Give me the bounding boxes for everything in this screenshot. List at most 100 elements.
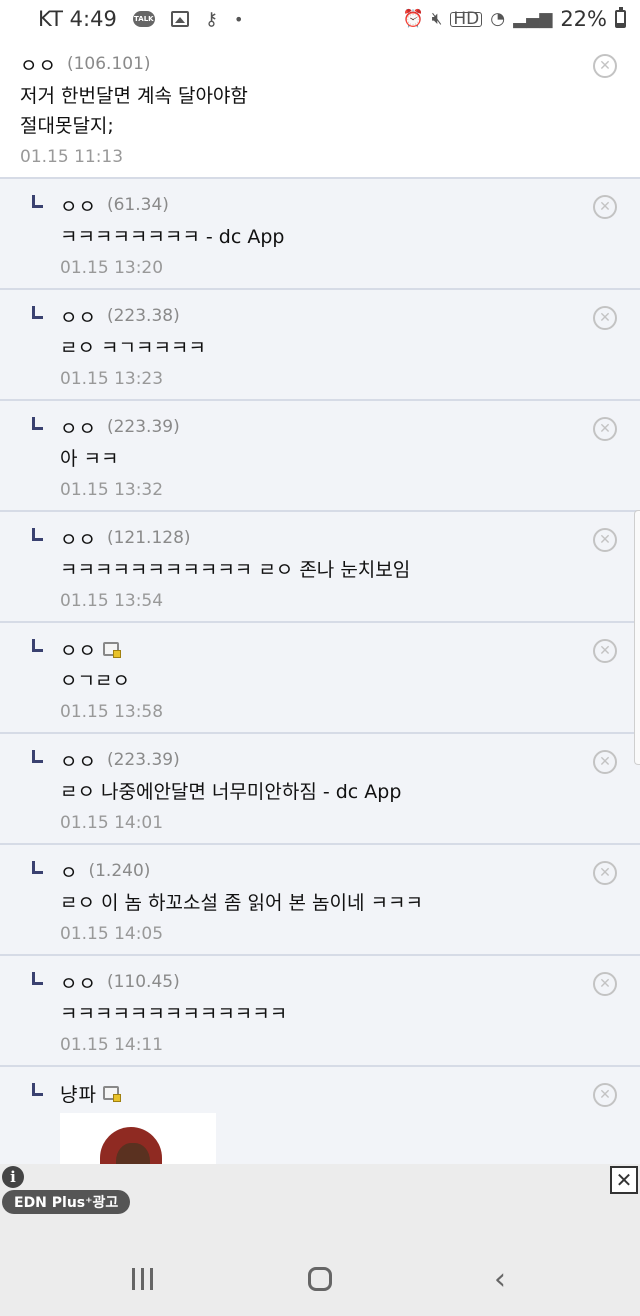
comment-header: ㅇㅇ (110.45) <box>60 969 620 996</box>
kakaotalk-icon: TALK <box>132 11 155 27</box>
comment-line: ㅋㅋㅋㅋㅋㅋㅋㅋㅋㅋㅋ ㄹㅇ 존나 눈치보임 <box>60 559 411 581</box>
delete-comment-button[interactable]: ✕ <box>593 972 617 996</box>
delete-comment-button[interactable]: ✕ <box>593 195 617 219</box>
comment-header: ㅇㅇ (106.101) <box>20 51 620 78</box>
info-icon[interactable]: i <box>2 1166 24 1188</box>
ad-label[interactable]: EDN Plus⁺광고 <box>2 1190 131 1214</box>
gallog-icon[interactable] <box>102 642 121 658</box>
reply-arrow-icon <box>32 195 43 208</box>
comment-author[interactable]: ㅇㅇ <box>60 525 97 552</box>
comment-header: ㅇ (1.240) <box>60 858 620 885</box>
reply-comment: 냥파 ✕ <box>0 1067 640 1164</box>
dccon-image[interactable] <box>60 1113 216 1164</box>
delete-comment-button[interactable]: ✕ <box>593 306 617 330</box>
comment-text: ㅋㅋㅋㅋㅋㅋㅋㅋ - dc App <box>60 222 620 252</box>
comment-text: 저거 한번달면 계속 달아야함절대못달지; <box>20 81 620 141</box>
comment-header: ㅇㅇ <box>60 636 620 663</box>
delete-comment-button[interactable]: ✕ <box>593 54 617 78</box>
reply-comment: ㅇㅇ (110.45) ㅋㅋㅋㅋㅋㅋㅋㅋㅋㅋㅋㅋㅋ 01.15 14:11 ✕ <box>0 956 640 1067</box>
comment-date: 01.15 13:58 <box>60 702 164 722</box>
comment-date: 01.15 14:11 <box>60 1035 164 1055</box>
comment-line: ㄹㅇ 이 놈 하꼬소설 좀 읽어 본 놈이네 ㅋㅋㅋ <box>60 892 423 914</box>
comment-author[interactable]: 냥파 <box>60 1080 97 1107</box>
comment-line: ㅋㅋㅋㅋㅋㅋㅋㅋ - dc App <box>60 226 285 248</box>
comment-header: ㅇㅇ (223.39) <box>60 747 620 774</box>
comment-date: 01.15 14:01 <box>60 813 164 833</box>
gallery-icon <box>170 11 189 27</box>
comment-header: ㅇㅇ (121.128) <box>60 525 620 552</box>
comment-author[interactable]: ㅇ <box>60 858 78 885</box>
delete-comment-button[interactable]: ✕ <box>593 528 617 552</box>
gallog-icon[interactable] <box>102 1086 121 1102</box>
comment-line: ㄹㅇ 나중에안달면 너무미안하짐 - dc App <box>60 781 402 803</box>
reply-arrow-icon <box>32 417 43 430</box>
reply-arrow-icon <box>32 639 43 652</box>
comment-author[interactable]: ㅇㅇ <box>60 636 97 663</box>
comment-text: ㄹㅇ 나중에안달면 너무미안하짐 - dc App <box>60 777 620 807</box>
reply-arrow-icon <box>32 972 43 985</box>
carrier-label: KT 4:49 <box>38 7 117 31</box>
comment-ip: (223.38) <box>106 306 180 326</box>
comment-header: 냥파 <box>60 1080 620 1107</box>
reply-arrow-icon <box>32 750 43 763</box>
reply-comment: ㅇㅇ (223.39) 아 ㅋㅋ 01.15 13:32 ✕ <box>0 401 640 512</box>
comment-author[interactable]: ㅇㅇ <box>60 747 97 774</box>
comment-ip: (61.34) <box>106 195 169 215</box>
reply-comment: ㅇ (1.240) ㄹㅇ 이 놈 하꼬소설 좀 읽어 본 놈이네 ㅋㅋㅋ 01.15 … <box>0 845 640 956</box>
comment-date: 01.15 14:05 <box>60 924 164 944</box>
comment-list[interactable]: ㅇㅇ (106.101) 저거 한번달면 계속 달아야함절대못달지; 01.15 11… <box>0 38 640 1164</box>
comment: ㅇㅇ (106.101) 저거 한번달면 계속 달아야함절대못달지; 01.15 11… <box>0 38 640 179</box>
comment-author[interactable]: ㅇㅇ <box>60 969 97 996</box>
comment-date: 01.15 13:54 <box>60 591 164 611</box>
reply-comment: ㅇㅇ (223.39) ㄹㅇ 나중에안달면 너무미안하짐 - dc App 01.15… <box>0 734 640 845</box>
comment-header: ㅇㅇ (223.39) <box>60 414 620 441</box>
comment-line: 저거 한번달면 계속 달아야함 <box>20 85 248 107</box>
comment-header: ㅇㅇ (61.34) <box>60 192 620 219</box>
wifi-icon: ◔ <box>490 9 506 29</box>
comment-line: 아 ㅋㅋ <box>60 448 119 470</box>
delete-comment-button[interactable]: ✕ <box>593 750 617 774</box>
comment-text: ㅋㅋㅋㅋㅋㅋㅋㅋㅋㅋㅋ ㄹㅇ 존나 눈치보임 <box>60 555 620 585</box>
ad-banner[interactable]: i EDN Plus⁺광고 ✕ <box>0 1164 640 1240</box>
comment-ip: (110.45) <box>106 972 180 992</box>
comment-line: ㅇㄱㄹㅇ <box>60 670 130 692</box>
home-button[interactable] <box>306 1262 334 1296</box>
comment-ip: (1.240) <box>88 861 151 881</box>
comment-date: 01.15 13:32 <box>60 480 164 500</box>
comment-date: 01.15 13:20 <box>60 258 164 278</box>
key-icon: ⚷ <box>204 8 219 30</box>
ad-close-button[interactable]: ✕ <box>610 1166 638 1194</box>
delete-comment-button[interactable]: ✕ <box>593 861 617 885</box>
comment-author[interactable]: ㅇㅇ <box>60 303 97 330</box>
hd-voice-icon: HD <box>450 10 483 27</box>
navigation-bar: ‹ <box>0 1240 640 1316</box>
reply-arrow-icon <box>32 528 43 541</box>
signal-icon: ▂▄▆ <box>513 9 553 29</box>
comment-date: 01.15 13:23 <box>60 369 164 389</box>
comment-author[interactable]: ㅇㅇ <box>20 51 57 78</box>
comment-header: ㅇㅇ (223.38) <box>60 303 620 330</box>
reply-arrow-icon <box>32 306 43 319</box>
delete-comment-button[interactable]: ✕ <box>593 1083 617 1107</box>
back-button[interactable]: ‹ <box>488 1262 512 1297</box>
battery-percent: 22% <box>560 7 607 31</box>
comment-text: ㅋㅋㅋㅋㅋㅋㅋㅋㅋㅋㅋㅋㅋ <box>60 999 620 1029</box>
comment-text: ㄹㅇ 이 놈 하꼬소설 좀 읽어 본 놈이네 ㅋㅋㅋ <box>60 888 620 918</box>
comment-ip: (223.39) <box>106 750 180 770</box>
comment-text: ㄹㅇ ㅋㄱㅋㅋㅋㅋ <box>60 333 620 363</box>
scrollbar-handle[interactable] <box>634 510 640 765</box>
delete-comment-button[interactable]: ✕ <box>593 639 617 663</box>
comment-ip: (121.128) <box>106 528 191 548</box>
reply-comment: ㅇㅇ (121.128) ㅋㅋㅋㅋㅋㅋㅋㅋㅋㅋㅋ ㄹㅇ 존나 눈치보임 01.15 1… <box>0 512 640 623</box>
comment-date: 01.15 11:13 <box>20 147 124 167</box>
comment-author[interactable]: ㅇㅇ <box>60 192 97 219</box>
delete-comment-button[interactable]: ✕ <box>593 417 617 441</box>
reply-comment: ㅇㅇ (61.34) ㅋㅋㅋㅋㅋㅋㅋㅋ - dc App 01.15 13:20 ✕ <box>0 179 640 290</box>
reply-arrow-icon <box>32 1083 43 1096</box>
battery-icon <box>615 7 626 28</box>
comment-line: 절대못달지; <box>20 115 114 137</box>
comment-author[interactable]: ㅇㅇ <box>60 414 97 441</box>
comment-text: ㅇㄱㄹㅇ <box>60 666 620 696</box>
alarm-icon: ⏰ <box>402 9 424 29</box>
recent-apps-button[interactable] <box>128 1262 156 1296</box>
